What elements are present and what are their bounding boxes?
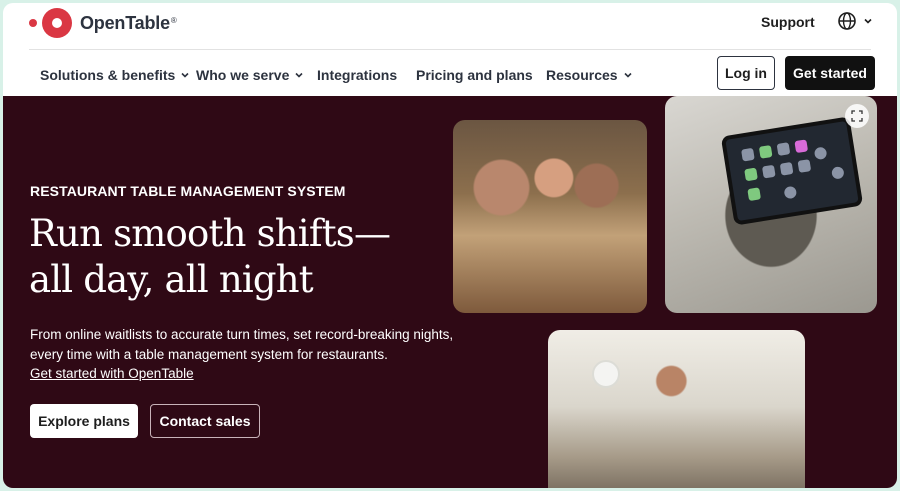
logo-dot <box>29 19 37 27</box>
chevron-down-icon <box>181 72 189 78</box>
expand-icon[interactable] <box>845 104 869 128</box>
get-started-button[interactable]: Get started <box>785 56 875 90</box>
headline-line-2: all day, all night <box>29 258 314 301</box>
nav-label: Resources <box>546 67 618 83</box>
browser-frame: OpenTable ® Support Solutions & benefits … <box>3 3 897 488</box>
chevron-down-icon <box>864 18 872 24</box>
nav-who-we-serve[interactable]: Who we serve <box>196 67 304 83</box>
logo-ring-icon <box>42 8 72 38</box>
support-link[interactable]: Support <box>761 14 815 30</box>
hero-headline: Run smooth shifts— all day, all night <box>29 211 391 303</box>
chevron-down-icon <box>624 72 632 78</box>
logo-wordmark: OpenTable <box>80 12 170 33</box>
nav-label: Pricing and plans <box>416 67 533 83</box>
hero-eyebrow: RESTAURANT TABLE MANAGEMENT SYSTEM <box>30 183 346 199</box>
opentable-logo[interactable]: OpenTable ® <box>29 7 177 39</box>
nav-label: Integrations <box>317 67 398 83</box>
nav-label: Who we serve <box>196 67 290 83</box>
contact-sales-button[interactable]: Contact sales <box>150 404 260 438</box>
tablet-screen <box>720 116 864 226</box>
hero-description: From online waitlists to accurate turn t… <box>30 327 454 362</box>
plate <box>592 360 620 388</box>
nav-pricing-plans[interactable]: Pricing and plans <box>416 67 533 83</box>
nav-solutions-benefits[interactable]: Solutions & benefits <box>40 67 190 83</box>
server-photo <box>548 330 805 488</box>
registered-mark: ® <box>170 15 177 25</box>
main-nav: Solutions & benefits Who we serve Integr… <box>3 50 897 96</box>
diners-photo <box>453 120 647 313</box>
hero-section: RESTAURANT TABLE MANAGEMENT SYSTEM Run s… <box>3 96 897 488</box>
explore-plans-button[interactable]: Explore plans <box>30 404 138 438</box>
login-button[interactable]: Log in <box>717 56 775 90</box>
globe-icon <box>838 12 856 30</box>
top-bar: OpenTable ® Support <box>3 3 897 49</box>
get-started-link[interactable]: Get started with OpenTable <box>30 366 194 381</box>
language-selector[interactable] <box>837 11 873 31</box>
chevron-down-icon <box>295 72 303 78</box>
tablet-photo <box>665 96 877 313</box>
nav-resources[interactable]: Resources <box>546 67 633 83</box>
nav-integrations[interactable]: Integrations <box>317 67 397 83</box>
nav-label: Solutions & benefits <box>40 67 176 83</box>
headline-line-1: Run smooth shifts— <box>29 212 391 255</box>
